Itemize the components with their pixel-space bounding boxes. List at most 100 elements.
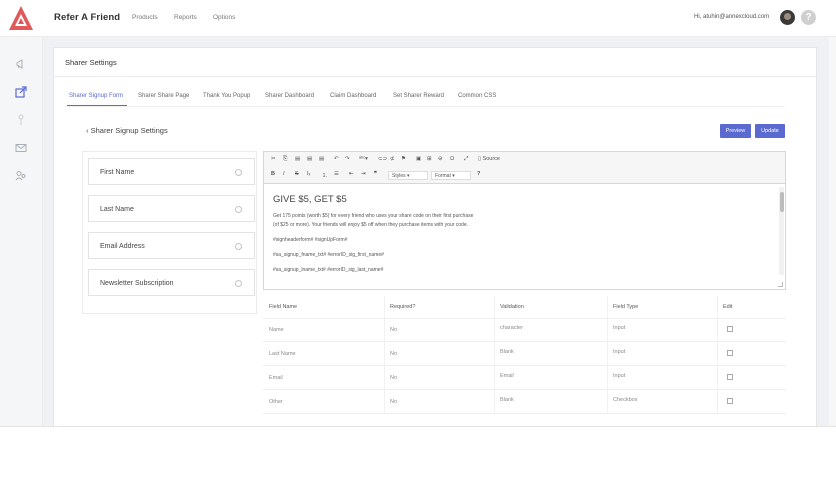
cut-icon[interactable]: ✂ [271, 156, 276, 162]
resize-handle[interactable] [778, 282, 783, 287]
paste-word-icon[interactable]: ▤ [319, 156, 324, 162]
divider [717, 296, 718, 414]
cell-required: No [390, 375, 398, 381]
cell-field-name: Last Name [269, 351, 296, 357]
editor-scroll-thumb[interactable] [780, 192, 784, 212]
field-email-address[interactable]: Email Address [88, 232, 255, 259]
editor-paragraph: #signheaderform# #signUpForm# [273, 237, 348, 243]
column-header: Validation [500, 304, 524, 310]
divider [263, 413, 786, 414]
paste-icon[interactable]: ▤ [295, 156, 300, 162]
edit-icon[interactable] [727, 326, 733, 332]
cell-validation: Blank [500, 349, 514, 355]
help-icon[interactable]: ? [801, 10, 816, 25]
anchor-icon[interactable]: ⚑ [401, 156, 406, 162]
numbered-list-icon[interactable]: ⒈ [322, 171, 328, 179]
link-icon[interactable]: ⊂⊃ [378, 156, 387, 162]
gear-icon[interactable] [235, 206, 242, 213]
remove-format-icon[interactable]: Iₓ [307, 171, 310, 177]
field-label: First Name [100, 169, 135, 176]
editor-paragraph: Get 175 points (worth $5) for every frie… [273, 213, 474, 219]
rich-text-editor[interactable]: ✂ ⎘ ▤ ▤ ▤ ↶ ↷ ᵃᵇᶜ▾ ⊂⊃ ⊄ ⚑ ▣ ⊞ ⊖ Ω ⤢ ▯ So… [263, 151, 786, 290]
source-button[interactable]: ▯ Source [478, 156, 500, 162]
italic-icon[interactable]: I [283, 171, 285, 177]
help-icon[interactable]: ? [477, 171, 480, 177]
cell-validation: Blank [500, 397, 514, 403]
source-icon: ▯ [478, 156, 482, 162]
cell-field-type: Input [613, 373, 626, 379]
column-header: Field Type [613, 304, 639, 310]
avatar[interactable] [780, 10, 795, 25]
field-first-name[interactable]: First Name [88, 158, 255, 185]
tab-common-css[interactable]: Common CSS [458, 93, 496, 99]
unlink-icon[interactable]: ⊄ [390, 156, 395, 162]
tab-sharer-share-page[interactable]: Sharer Share Page [138, 93, 189, 99]
blockquote-icon[interactable]: ❞ [374, 171, 377, 177]
copy-icon[interactable]: ⎘ [283, 156, 287, 163]
styles-select[interactable]: Styles ▾ [388, 171, 428, 180]
page-scrollbar[interactable] [829, 37, 836, 427]
nav-options[interactable]: Options [213, 14, 235, 21]
cell-field-type: Checkbox [613, 397, 638, 403]
image-icon[interactable]: ▣ [416, 156, 421, 162]
nav-reports[interactable]: Reports [174, 14, 197, 21]
divider [263, 318, 786, 319]
editor-content[interactable]: GIVE $5, GET $5 Get 175 points (worth $5… [264, 185, 785, 279]
field-newsletter-subscription[interactable]: Newsletter Subscription [88, 269, 255, 296]
fields-panel: First Name Last Name Email Address Newsl… [82, 151, 257, 314]
update-button[interactable]: Update [755, 124, 785, 138]
preview-button[interactable]: Preview [720, 124, 751, 138]
tab-sharer-signup-form[interactable]: Sharer Signup Form [69, 93, 123, 99]
megaphone-icon[interactable] [15, 58, 27, 70]
divider [65, 106, 785, 107]
table-icon[interactable]: ⊞ [427, 156, 432, 162]
nav-products[interactable]: Products [132, 14, 158, 21]
format-select[interactable]: Format ▾ [431, 171, 471, 180]
cell-field-name: Other [269, 399, 283, 405]
cell-required: No [390, 327, 398, 333]
bulleted-list-icon[interactable]: ☰ [334, 171, 339, 177]
edit-icon[interactable] [727, 350, 733, 356]
tab-set-sharer-reward[interactable]: Set Sharer Reward [393, 93, 444, 99]
gear-icon[interactable] [235, 169, 242, 176]
cell-validation: character [500, 325, 523, 331]
tab-thank-you-popup[interactable]: Thank You Popup [203, 93, 250, 99]
edit-icon[interactable] [727, 398, 733, 404]
special-char-icon[interactable]: Ω [450, 156, 454, 162]
horizontal-line-icon[interactable]: ⊖ [438, 156, 443, 162]
cell-required: No [390, 351, 398, 357]
tab-claim-dashboard[interactable]: Claim Dashboard [330, 93, 376, 99]
redo-icon[interactable]: ↷ [345, 156, 350, 162]
edit-icon[interactable] [727, 374, 733, 380]
divider [607, 296, 608, 414]
outdent-icon[interactable]: ⇤ [349, 171, 354, 177]
indent-icon[interactable]: ⇥ [361, 171, 366, 177]
share-icon[interactable] [15, 86, 27, 98]
bold-icon[interactable]: B [271, 171, 275, 177]
tab-sharer-dashboard[interactable]: Sharer Dashboard [265, 93, 314, 99]
gear-icon[interactable] [235, 243, 242, 250]
maximize-icon[interactable]: ⤢ [464, 156, 468, 163]
spellcheck-icon[interactable]: ᵃᵇᶜ▾ [359, 156, 368, 162]
user-greeting: Hi, atuhin@annexcloud.com [694, 14, 770, 20]
editor-paragraph: (of $25 or more). Your friends will enjo… [273, 222, 469, 228]
users-icon[interactable] [15, 170, 27, 182]
paste-text-icon[interactable]: ▤ [307, 156, 312, 162]
source-label: Source [482, 156, 500, 162]
mail-icon[interactable] [15, 142, 27, 154]
back-button[interactable]: ‹ Sharer Signup Settings [86, 126, 168, 135]
undo-icon[interactable]: ↶ [334, 156, 339, 162]
strike-icon[interactable]: S [295, 171, 299, 177]
editor-paragraph: #sa_signup_lname_txt# #errorID_sig_last_… [273, 267, 384, 273]
user-icon[interactable] [15, 114, 27, 126]
top-bar: Refer A Friend Products Reports Options … [0, 0, 836, 37]
field-last-name[interactable]: Last Name [88, 195, 255, 222]
column-header: Edit [723, 304, 733, 310]
app-title: Refer A Friend [54, 12, 121, 23]
column-header: Required? [390, 304, 416, 310]
chevron-left-icon: ‹ [86, 126, 89, 135]
cell-field-name: Email [269, 375, 283, 381]
column-header: Field Name [269, 304, 298, 310]
divider [494, 296, 495, 414]
gear-icon[interactable] [235, 280, 242, 287]
